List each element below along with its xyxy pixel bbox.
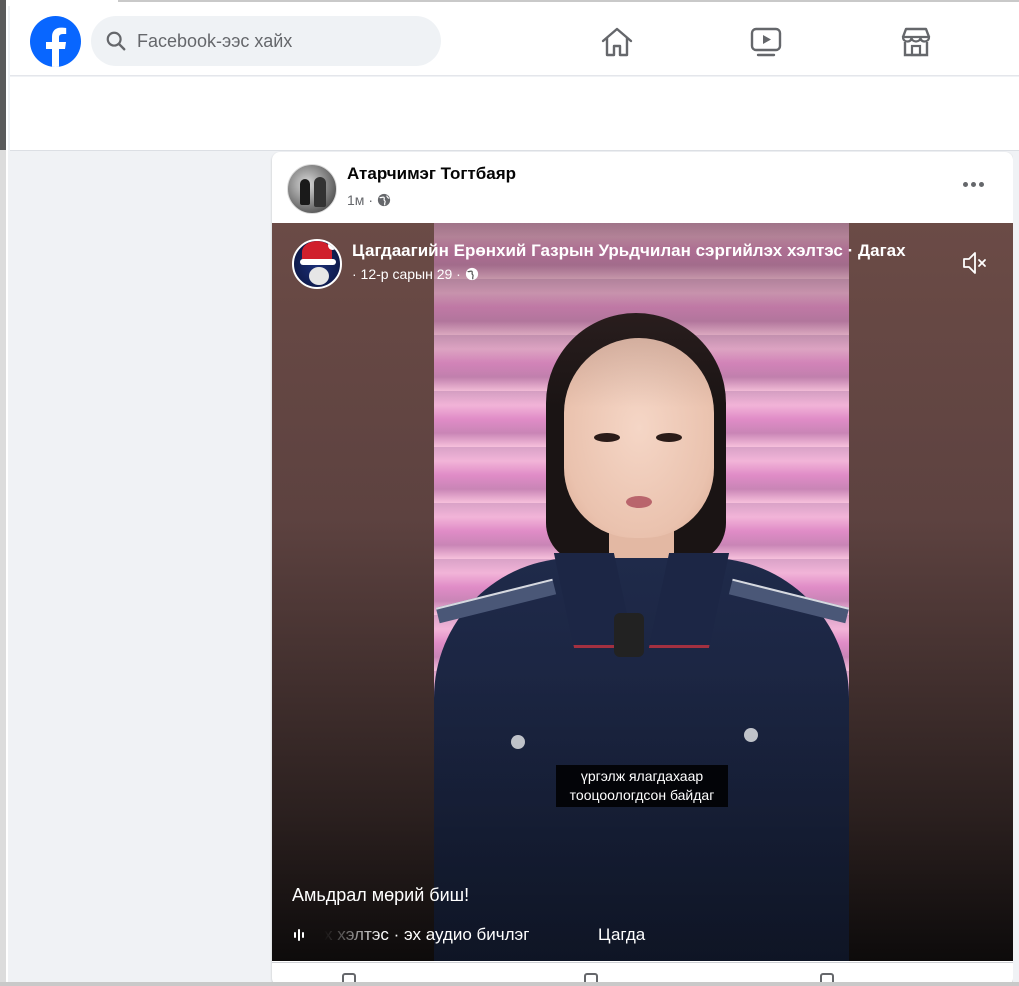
avatar-figure: [314, 177, 326, 207]
post-header: Атарчимэг Тогтбаяр 1м ·: [272, 152, 1013, 222]
video-subtitle: үргэлж ялагдахаар тооцоологдсон байдаг: [556, 765, 728, 807]
chrome-bar: [118, 0, 1019, 2]
edge-shade: [0, 0, 6, 150]
page-avatar[interactable]: [292, 239, 342, 289]
page-meta: · 12-р сарын 29 ·: [352, 266, 479, 282]
home-icon[interactable]: [599, 24, 635, 60]
top-navigation-bar: [10, 6, 1019, 76]
video-description: Амьдрал мөрий биш!: [292, 885, 470, 905]
volume-muted-icon[interactable]: [960, 248, 990, 278]
video-icon[interactable]: [748, 24, 784, 60]
search-bar[interactable]: [91, 16, 441, 66]
globe-icon: [465, 267, 478, 281]
more-dot: [978, 181, 984, 187]
search-icon: [106, 31, 126, 51]
feed-post: Атарчимэг Тогтбаяр 1м · үргэлж ялагдахаа…: [272, 152, 1013, 986]
audio-attribution[interactable]: х хэлтэс · эх аудио бичлэг Цагда: [292, 923, 992, 947]
right-margin: [1013, 152, 1019, 986]
avatar-figure: [300, 179, 310, 205]
santa-hat-pom: [328, 241, 337, 250]
video-frame: [434, 223, 849, 961]
left-window-edge: [0, 0, 8, 986]
santa-hat-brim: [300, 259, 336, 265]
more-options-icon[interactable]: [958, 174, 988, 194]
meta-separator: ·: [368, 192, 374, 208]
video-player[interactable]: үргэлж ялагдахаар тооцоологдсон байдаг Ц…: [272, 223, 1013, 961]
audio-track-label-next: Цагда: [598, 925, 646, 944]
left-sidebar: [10, 152, 271, 986]
post-author-name[interactable]: Атарчимэг Тогтбаяр: [347, 164, 516, 184]
marketplace-icon[interactable]: [898, 24, 934, 60]
video-date[interactable]: · 12-р сарын 29 ·: [352, 266, 461, 282]
video-shading: [434, 223, 849, 961]
page-name-follow[interactable]: Цагдаагийн Ерөнхий Газрын Урьдчилан сэрг…: [352, 241, 906, 261]
audio-track-label: х хэлтэс · эх аудио бичлэг: [324, 925, 530, 944]
subtitle-line-2: тооцоологдсон байдаг: [569, 787, 715, 803]
author-avatar[interactable]: [287, 164, 337, 214]
facebook-logo-icon[interactable]: [30, 16, 81, 67]
audio-waveform-icon: [294, 929, 304, 941]
search-input[interactable]: [137, 30, 427, 52]
more-dot: [962, 181, 968, 187]
more-dot: [970, 181, 976, 187]
facebook-f-glyph: [46, 27, 67, 67]
secondary-header-area: [10, 77, 1019, 151]
post-meta: 1м ·: [347, 192, 391, 208]
edge-shade-lower: [0, 150, 6, 986]
bottom-window-edge: [0, 982, 1019, 986]
police-badge: [309, 267, 329, 285]
globe-icon: [377, 193, 391, 207]
post-timestamp[interactable]: 1м: [347, 192, 364, 208]
subtitle-line-1: үргэлж ялагдахаар: [580, 768, 704, 784]
video-page-info: Цагдаагийн Ерөнхий Газрын Урьдчилан сэрг…: [292, 237, 992, 293]
